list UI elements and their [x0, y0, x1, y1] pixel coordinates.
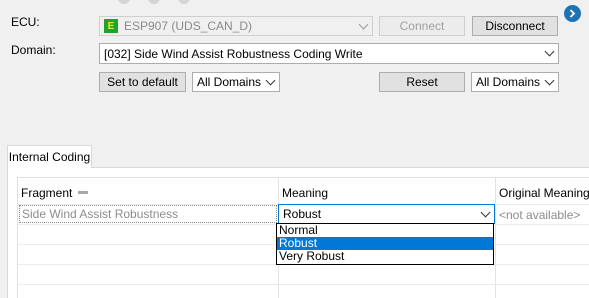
tab-internal-coding[interactable]: Internal Coding [7, 145, 92, 168]
disconnect-button[interactable]: Disconnect [472, 16, 558, 36]
domains-filter-select-left[interactable]: All Domains [192, 72, 280, 92]
domain-select[interactable]: [032] Side Wind Assist Robustness Coding… [99, 43, 559, 64]
table-row[interactable]: Side Wind Assist Robustness Robust <not … [18, 204, 589, 224]
column-header-fragment[interactable]: Fragment [21, 186, 72, 200]
chevron-down-icon[interactable] [541, 73, 558, 91]
set-to-default-button[interactable]: Set to default [99, 72, 186, 92]
table-cell-fragment: Side Wind Assist Robustness [19, 205, 277, 223]
top-partial-controls [118, 0, 258, 4]
ecu-label: ECU: [11, 15, 40, 29]
ecu-select[interactable]: E ESP907 (UDS_CAN_D) [99, 16, 373, 36]
chevron-down-icon[interactable] [477, 205, 494, 223]
column-header-original-meaning[interactable]: Original Meaning [499, 186, 589, 200]
domains-filter-select-right[interactable]: All Domains [471, 72, 559, 92]
reset-button[interactable]: Reset [379, 72, 465, 92]
dropdown-option-very-robust[interactable]: Very Robust [277, 250, 493, 263]
navigate-right-icon[interactable] [564, 5, 581, 22]
chevron-down-icon[interactable] [541, 44, 558, 63]
meaning-select[interactable]: Robust [278, 204, 495, 224]
domain-select-value: [032] Side Wind Assist Robustness Coding… [104, 46, 363, 61]
chevron-down-icon[interactable] [262, 73, 279, 91]
column-header-meaning[interactable]: Meaning [282, 186, 328, 200]
ecu-badge: E [104, 19, 118, 33]
connect-button[interactable]: Connect [379, 16, 465, 36]
chevron-down-icon[interactable] [355, 17, 372, 35]
ecu-select-value: ESP907 (UDS_CAN_D) [124, 19, 253, 33]
table-cell-original-meaning: <not available> [499, 208, 581, 222]
meaning-dropdown-list[interactable]: Normal Robust Very Robust [276, 223, 494, 265]
grid-header: Fragment Meaning Original Meaning [18, 178, 589, 204]
domain-label: Domain: [11, 43, 56, 57]
column-drag-icon[interactable] [78, 191, 88, 194]
